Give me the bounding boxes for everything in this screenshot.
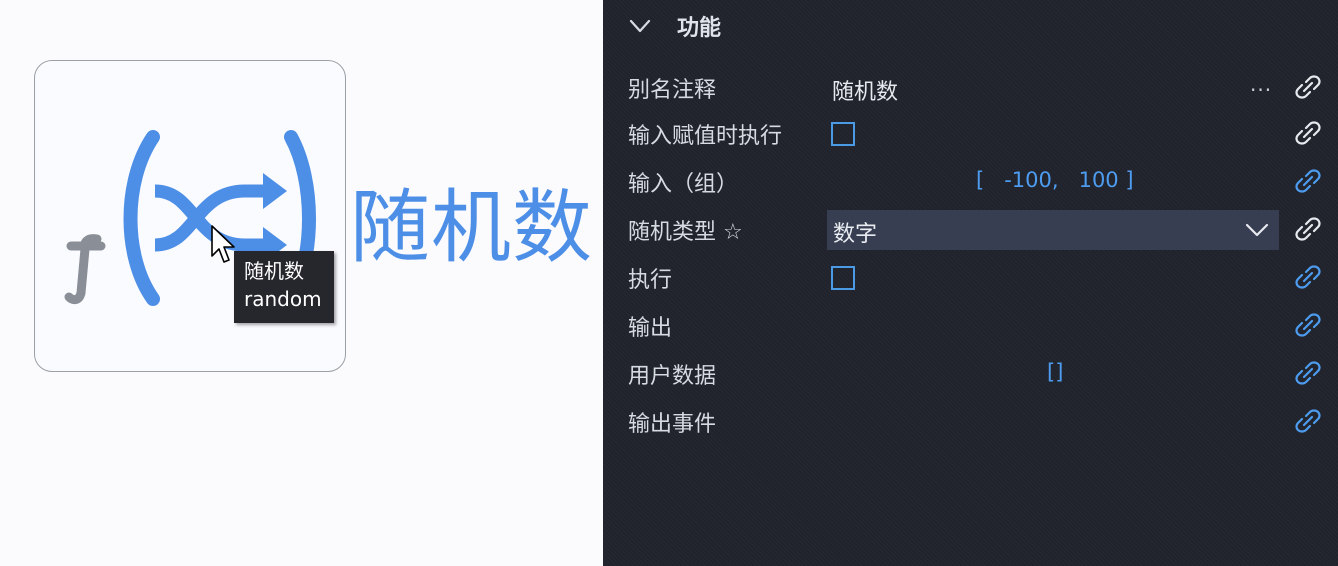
- property-row-user-data: 用户数据 []: [603, 350, 1338, 396]
- link-icon[interactable]: [1295, 264, 1321, 290]
- link-icon[interactable]: [1295, 168, 1321, 194]
- property-label: 用户数据: [628, 364, 717, 389]
- property-label: 输出事件: [628, 412, 717, 437]
- link-icon[interactable]: [1295, 216, 1321, 242]
- random-function-icon: [64, 130, 316, 306]
- node-tooltip: 随机数 random: [234, 251, 334, 323]
- property-row-input-group: 输入（组） [ -100, 100 ]: [603, 158, 1338, 204]
- mouse-cursor-icon: [211, 225, 235, 263]
- user-data-value[interactable]: []: [1047, 360, 1063, 384]
- link-icon[interactable]: [1295, 360, 1321, 386]
- input-range-value[interactable]: [ -100, 100 ]: [976, 168, 1134, 192]
- section-title: 功能: [677, 16, 722, 41]
- function-node-card[interactable]: [34, 60, 346, 372]
- link-icon[interactable]: [1295, 74, 1321, 100]
- random-type-select[interactable]: 数字: [827, 210, 1279, 250]
- tooltip-subtitle: random: [244, 287, 322, 311]
- exec-on-input-checkbox[interactable]: [831, 122, 855, 146]
- more-options-button[interactable]: ...: [1250, 72, 1272, 96]
- property-row-alias: 别名注释 随机数 ...: [603, 64, 1338, 110]
- link-icon[interactable]: [1295, 312, 1321, 338]
- chevron-down-icon: [1245, 223, 1269, 237]
- property-row-execute: 执行: [603, 254, 1338, 300]
- property-row-output: 输出: [603, 302, 1338, 348]
- property-row-output-event: 输出事件: [603, 398, 1338, 444]
- alias-value[interactable]: 随机数: [832, 74, 898, 106]
- section-header[interactable]: 功能: [603, 0, 1338, 52]
- chevron-down-icon[interactable]: [629, 17, 651, 35]
- property-label: 随机类型 ☆: [628, 220, 743, 245]
- property-label: 输入赋值时执行: [628, 124, 783, 149]
- tooltip-title: 随机数: [244, 259, 304, 283]
- property-row-exec-on-input: 输入赋值时执行: [603, 110, 1338, 156]
- property-label: 执行: [628, 268, 673, 293]
- properties-panel: 功能 别名注释 随机数 ... 输入赋值时执行 输入（组） [ -100, 10…: [603, 0, 1338, 566]
- property-label: 输出: [628, 316, 673, 341]
- link-icon[interactable]: [1295, 120, 1321, 146]
- canvas-area: 随机数 随机数 random: [0, 0, 603, 566]
- node-title: 随机数: [350, 181, 593, 274]
- execute-checkbox[interactable]: [831, 266, 855, 290]
- property-row-random-type: 随机类型 ☆ 数字: [603, 210, 1338, 256]
- property-label: 输入（组）: [628, 172, 739, 197]
- link-icon[interactable]: [1295, 408, 1321, 434]
- property-label: 别名注释: [628, 78, 717, 103]
- select-value: 数字: [833, 222, 878, 247]
